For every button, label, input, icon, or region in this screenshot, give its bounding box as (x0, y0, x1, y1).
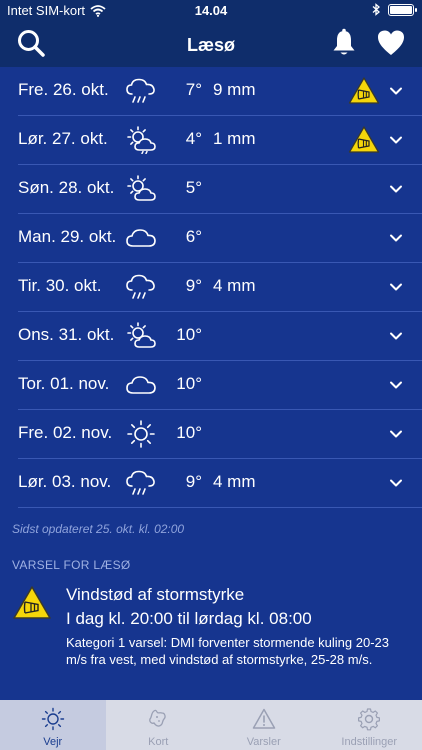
map-icon (146, 707, 170, 736)
nav-bar: Læsø (0, 22, 422, 67)
tab-vejr[interactable]: Vejr (0, 700, 106, 750)
forecast-row[interactable]: Man. 29. okt. 6° (0, 214, 422, 263)
forecast-temp: 4° (185, 129, 202, 148)
forecast-date: Fre. 26. okt. (18, 80, 109, 99)
cloud-rain-icon (125, 77, 157, 105)
forecast-temp: 10° (176, 325, 202, 344)
cloud-rain-icon (125, 273, 157, 301)
cloud-icon (125, 224, 157, 252)
forecast-date: Lør. 03. nov. (18, 472, 112, 491)
chevron-down-icon[interactable] (389, 328, 403, 346)
forecast-temp: 10° (176, 374, 202, 393)
forecast-row[interactable]: Tor. 01. nov. 10° (0, 361, 422, 410)
forecast-row[interactable]: Ons. 31. okt. 10° (0, 312, 422, 361)
battery-icon (388, 3, 417, 16)
chevron-down-icon[interactable] (389, 377, 403, 395)
alert-title: Vindstød af stormstyrke (66, 585, 245, 604)
tab-varsler[interactable]: Varsler (211, 700, 317, 750)
chevron-down-icon[interactable] (389, 426, 403, 444)
row-divider (18, 507, 422, 508)
forecast-date: Ons. 31. okt. (18, 325, 115, 344)
favorite-button[interactable] (376, 28, 406, 63)
forecast-date: Søn. 28. okt. (18, 178, 115, 197)
warning-icon[interactable] (348, 125, 380, 159)
forecast-row[interactable]: Fre. 02. nov. 10° (0, 410, 422, 459)
warning-icon (252, 707, 276, 736)
forecast-temp: 6° (185, 227, 202, 246)
partly-sunny-rain-icon (125, 126, 157, 155)
tab-label: Varsler (246, 736, 281, 748)
chevron-down-icon[interactable] (389, 181, 403, 199)
chevron-down-icon[interactable] (389, 132, 403, 150)
tab-indstillinger[interactable]: Indstillinger (317, 700, 422, 750)
status-bar: Intet SIM-kort 14.04 (0, 0, 422, 22)
forecast-precip: 9 mm (213, 80, 256, 99)
alert-section-title: VARSEL FOR LÆSØ (12, 558, 131, 572)
forecast-list: Fre. 26. okt. 7° 9 mm Lør. 27. okt. 4° 1 mm Sø… (0, 67, 422, 508)
forecast-temp: 7° (185, 80, 202, 99)
sun-icon (41, 707, 65, 736)
notifications-button[interactable] (330, 28, 358, 63)
tab-kort[interactable]: Kort (106, 700, 212, 750)
forecast-date: Man. 29. okt. (18, 227, 117, 246)
forecast-row[interactable]: Lør. 03. nov. 9° 4 mm (0, 459, 422, 508)
alert-description: Kategori 1 varsel: DMI forventer stormen… (66, 635, 389, 667)
partly-sunny-icon (125, 322, 157, 350)
forecast-precip: 1 mm (213, 129, 256, 148)
bell-icon (333, 28, 355, 55)
page-title: Læsø (186, 35, 235, 55)
cloud-rain-icon (125, 469, 157, 497)
forecast-precip: 4 mm (213, 472, 256, 491)
forecast-date: Fre. 02. nov. (18, 423, 113, 442)
warning-icon[interactable] (348, 76, 380, 110)
forecast-date: Tir. 30. okt. (18, 276, 102, 295)
last-updated: Sidst opdateret 25. okt. kl. 02:00 (12, 522, 185, 536)
storm-warning-icon (12, 585, 52, 626)
chevron-down-icon[interactable] (389, 83, 403, 101)
alert-time: I dag kl. 20:00 til lørdag kl. 08:00 (66, 609, 312, 628)
forecast-date: Lør. 27. okt. (18, 129, 108, 148)
chevron-down-icon[interactable] (389, 279, 403, 297)
forecast-temp: 5° (185, 178, 202, 197)
tab-label: Indstillinger (341, 736, 398, 748)
bluetooth-icon (372, 3, 380, 16)
forecast-temp: 10° (176, 423, 202, 442)
heart-icon (378, 30, 404, 55)
forecast-row[interactable]: Tir. 30. okt. 9° 4 mm (0, 263, 422, 312)
forecast-row[interactable]: Fre. 26. okt. 7° 9 mm (0, 67, 422, 116)
tab-label: Vejr (43, 736, 63, 748)
forecast-precip: 4 mm (213, 276, 256, 295)
forecast-date: Tor. 01. nov. (18, 374, 110, 393)
tab-label: Kort (148, 736, 169, 748)
status-time: 14.04 (194, 3, 228, 18)
chevron-down-icon[interactable] (389, 475, 403, 493)
chevron-down-icon[interactable] (389, 230, 403, 248)
tab-bar: Vejr Kort Varsler Indstillinger (0, 700, 422, 750)
gear-icon (357, 707, 381, 736)
forecast-temp: 9° (185, 276, 202, 295)
forecast-row[interactable]: Søn. 28. okt. 5° (0, 165, 422, 214)
forecast-row[interactable]: Lør. 27. okt. 4° 1 mm (0, 116, 422, 165)
sun-icon (125, 420, 157, 448)
forecast-temp: 9° (185, 472, 202, 491)
partly-sunny-icon (125, 175, 157, 203)
cloud-icon (125, 371, 157, 399)
